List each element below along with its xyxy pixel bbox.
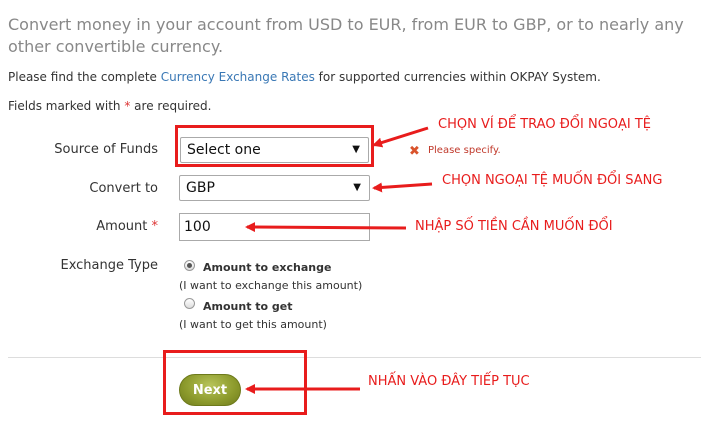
arrow-to-amount [245, 222, 407, 233]
annotation-source: CHỌN VÍ ĐỂ TRAO ĐỔI NGOẠI TỆ [438, 117, 652, 132]
arrow-to-convert [372, 182, 433, 193]
annotation-next: NHẤN VÀO ĐÂY TIẾP TỤC [368, 374, 530, 389]
arrow-to-source [372, 126, 429, 148]
annotation-amount: NHẬP SỐ TIỀN CẦN MUỐN ĐỔI [415, 219, 613, 234]
annotation-convert: CHỌN NGOẠI TỆ MUỐN ĐỔI SANG [442, 173, 663, 188]
